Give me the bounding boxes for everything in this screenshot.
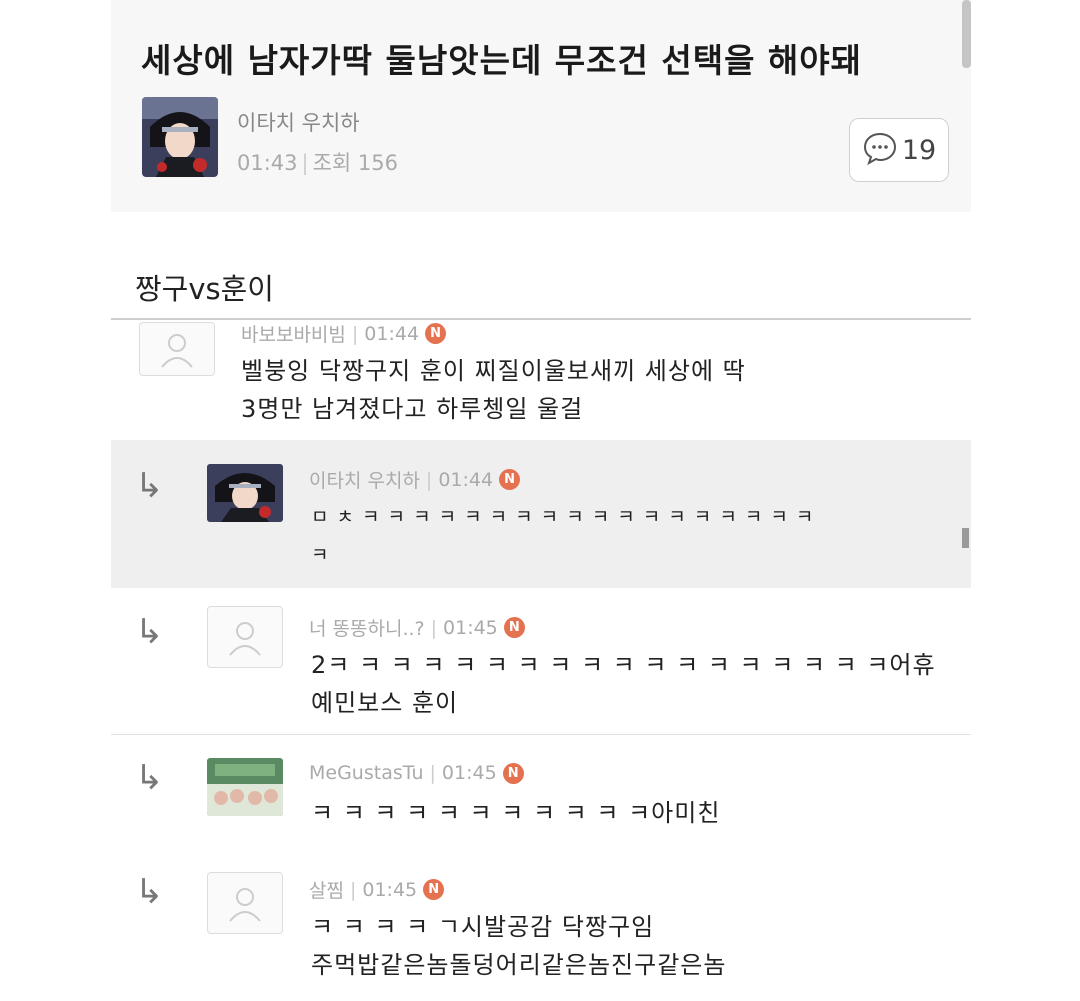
comment-item: 바보보바비빔 | 01:44 N 벨붕잉 닥짱구지 훈이 찌질이울보새끼 세상에… xyxy=(111,320,971,438)
comment-line: ㅋ ㅋ ㅋ ㅋ ㄱ시발공감 닥짱구임 xyxy=(311,913,655,941)
new-badge: N xyxy=(503,617,525,638)
meta-separator: | xyxy=(301,151,309,175)
post-meta: 01:43 | 조회 156 xyxy=(237,147,398,177)
view-count: 조회 156 xyxy=(312,151,399,175)
comment-author[interactable]: 살찜 xyxy=(309,876,344,903)
comment-text: 벨붕잉 닥짱구지 훈이 찌질이울보새끼 세상에 딱 3명만 남겨졌다고 하루쳉일… xyxy=(241,352,746,428)
person-outline-icon xyxy=(161,334,193,368)
author-avatar[interactable] xyxy=(142,97,218,177)
default-avatar[interactable] xyxy=(207,872,283,934)
app-frame: 세상에 남자가딱 둘남앗는데 무조건 선택을 해야돼 이타치 우치하 01:43… xyxy=(111,0,971,1001)
post-title: 세상에 남자가딱 둘남앗는데 무조건 선택을 해야돼 xyxy=(141,41,863,80)
scrollbar-thumb[interactable] xyxy=(962,0,971,68)
reply-item: ↳ MeGustasTu | 01:45 N ㅋ ㅋ ㅋ ㅋ ㅋ ㅋ ㅋ ㅋ ㅋ… xyxy=(111,736,971,848)
comment-meta: 살찜 | 01:45 N xyxy=(309,876,445,903)
person-outline-icon xyxy=(229,622,261,656)
reply-arrow-icon: ↳ xyxy=(135,466,164,506)
new-badge: N xyxy=(502,762,524,784)
comment-author[interactable]: MeGustasTu xyxy=(309,762,424,784)
comment-text: ㅋ ㅋ ㅋ ㅋ ㄱ시발공감 닥짱구임 주먹밥같은놈돌덩어리같은놈진구같은놈 xyxy=(311,908,726,984)
comment-time: 01:45 xyxy=(362,878,418,901)
row-divider xyxy=(111,734,971,735)
post-time: 01:43 xyxy=(237,151,298,175)
default-avatar[interactable] xyxy=(139,322,215,376)
post-body: 짱구vs훈이 xyxy=(135,272,274,306)
comment-count-button[interactable]: 19 xyxy=(849,118,949,182)
comment-author[interactable]: 너 똥똥하니..? xyxy=(309,614,425,641)
person-outline-icon xyxy=(229,888,261,922)
meta-separator: | xyxy=(351,322,359,345)
reply-arrow-icon: ↳ xyxy=(135,872,164,912)
reply-avatar[interactable] xyxy=(207,464,283,522)
comment-line: ㅋ xyxy=(311,544,330,566)
reply-item: ↳ 이타치 우치하 | 01:44 N ㅁ ㅊ ㅋ ㅋ ㅋ ㅋ ㅋ ㅋ ㅋ ㅋ … xyxy=(111,440,971,588)
comment-line: ㅋ ㅋ ㅋ ㅋ ㅋ ㅋ ㅋ ㅋ ㅋ ㅋ ㅋ아미친 xyxy=(311,799,721,827)
comment-line: 벨붕잉 닥짱구지 훈이 찌질이울보새끼 세상에 딱 xyxy=(241,357,746,385)
default-avatar[interactable] xyxy=(207,606,283,668)
comment-time: 01:44 xyxy=(364,322,420,345)
comment-author[interactable]: 바보보바비빔 xyxy=(241,320,346,347)
reply-arrow-icon: ↳ xyxy=(135,758,164,798)
speech-bubble-icon xyxy=(862,131,898,169)
inner-scrollbar-thumb[interactable] xyxy=(962,528,969,548)
meta-separator: | xyxy=(349,878,357,901)
comment-time: 01:45 xyxy=(441,762,497,784)
new-badge: N xyxy=(425,323,447,344)
comment-line: 주먹밥같은놈돌덩어리같은놈진구같은놈 xyxy=(311,951,727,979)
reply-arrow-icon: ↳ xyxy=(135,612,164,652)
comment-line: 3명만 남겨졌다고 하루쳉일 울걸 xyxy=(241,395,584,423)
reply-avatar[interactable] xyxy=(207,758,283,816)
comment-meta: 바보보바비빔 | 01:44 N xyxy=(241,320,447,347)
author-name[interactable]: 이타치 우치하 xyxy=(237,107,360,137)
comment-line: 2ㅋ ㅋ ㅋ ㅋ ㅋ ㅋ ㅋ ㅋ ㅋ ㅋ ㅋ ㅋ ㅋ ㅋ ㅋ ㅋ ㅋ ㅋ어휴 xyxy=(311,651,936,679)
comment-line: ㅁ ㅊ ㅋ ㅋ ㅋ ㅋ ㅋ ㅋ ㅋ ㅋ ㅋ ㅋ ㅋ ㅋ ㅋ ㅋ ㅋ ㅋ ㅋ ㅋ xyxy=(311,506,815,528)
comment-meta: MeGustasTu | 01:45 N xyxy=(309,762,524,784)
meta-separator: | xyxy=(429,762,436,784)
comment-line: 예민보스 훈이 xyxy=(311,689,459,717)
new-badge: N xyxy=(499,469,521,490)
comment-meta: 너 똥똥하니..? | 01:45 N xyxy=(309,614,525,641)
post-header: 세상에 남자가딱 둘남앗는데 무조건 선택을 해야돼 이타치 우치하 01:43… xyxy=(111,0,971,212)
comment-text: 2ㅋ ㅋ ㅋ ㅋ ㅋ ㅋ ㅋ ㅋ ㅋ ㅋ ㅋ ㅋ ㅋ ㅋ ㅋ ㅋ ㅋ ㅋ어휴 예… xyxy=(311,646,936,722)
comment-author[interactable]: 이타치 우치하 xyxy=(309,466,420,493)
reply-item: ↳ 너 똥똥하니..? | 01:45 N 2ㅋ ㅋ ㅋ ㅋ ㅋ ㅋ ㅋ ㅋ ㅋ… xyxy=(111,588,971,734)
comment-count: 19 xyxy=(901,134,937,166)
comment-meta: 이타치 우치하 | 01:44 N xyxy=(309,466,521,493)
comment-text: ㅋ ㅋ ㅋ ㅋ ㅋ ㅋ ㅋ ㅋ ㅋ ㅋ ㅋ아미친 xyxy=(311,794,720,832)
comment-time: 01:44 xyxy=(438,468,494,491)
reply-item: ↳ 살찜 | 01:45 N ㅋ ㅋ ㅋ ㅋ ㄱ시발공감 닥짱구임 주먹밥같은놈… xyxy=(111,850,971,1000)
new-badge: N xyxy=(423,879,445,900)
comment-text: ㅁ ㅊ ㅋ ㅋ ㅋ ㅋ ㅋ ㅋ ㅋ ㅋ ㅋ ㅋ ㅋ ㅋ ㅋ ㅋ ㅋ ㅋ ㅋ ㅋ … xyxy=(311,498,814,574)
comment-time: 01:45 xyxy=(443,616,498,639)
meta-separator: | xyxy=(425,468,433,491)
meta-separator: | xyxy=(430,616,438,639)
